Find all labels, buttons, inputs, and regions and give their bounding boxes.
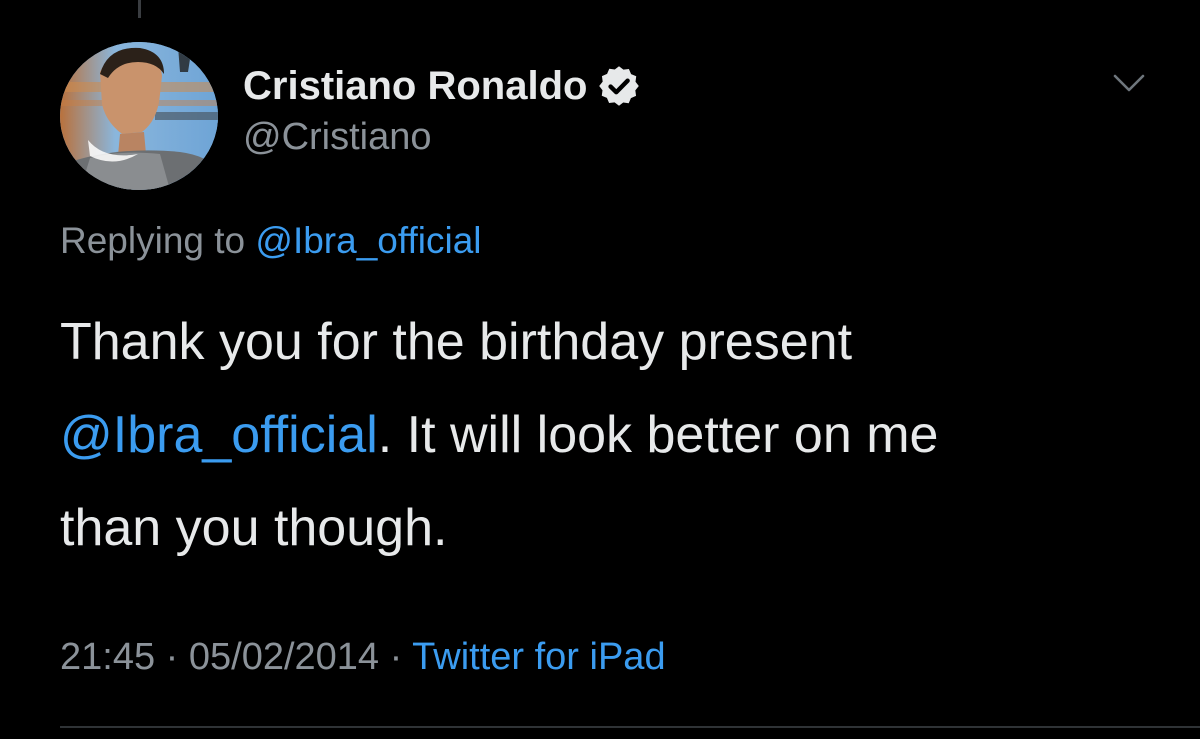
- avatar-image: [60, 42, 218, 190]
- meta-separator: ·: [379, 636, 413, 678]
- reply-mention-link[interactable]: @Ibra_official: [255, 220, 481, 261]
- tweet-source-link[interactable]: Twitter for iPad: [412, 636, 665, 678]
- reply-prefix: Replying to: [60, 220, 246, 261]
- verified-badge-icon: [597, 64, 641, 108]
- tweet-line-1: Thank you for the birthday present: [60, 313, 853, 371]
- author-handle[interactable]: @Cristiano: [243, 116, 432, 159]
- author-display-name[interactable]: Cristiano Ronaldo: [243, 64, 587, 109]
- divider: [60, 726, 1200, 728]
- avatar[interactable]: [60, 42, 218, 190]
- tweet-body: Thank you for the birthday present @Ibra…: [60, 296, 1160, 575]
- tweet-date: 05/02/2014: [188, 636, 380, 678]
- tweet-time: 21:45: [60, 636, 156, 678]
- tweet-line-3: than you though.: [60, 499, 448, 557]
- tweet-line-2: @Ibra_official. It will look better on m…: [60, 389, 1160, 482]
- chevron-down-icon[interactable]: [1108, 62, 1150, 104]
- thread-connector-line: [138, 0, 141, 18]
- meta-separator: ·: [155, 636, 189, 678]
- tweet-meta: 21:45 · 05/02/2014 · Twitter for iPad: [60, 636, 666, 679]
- tweet-mention-link[interactable]: @Ibra_official: [60, 406, 378, 464]
- tweet-line-2-text: . It will look better on me: [377, 406, 939, 464]
- author-name-row: Cristiano Ronaldo: [243, 58, 641, 114]
- reply-context: Replying to @Ibra_official: [60, 220, 482, 262]
